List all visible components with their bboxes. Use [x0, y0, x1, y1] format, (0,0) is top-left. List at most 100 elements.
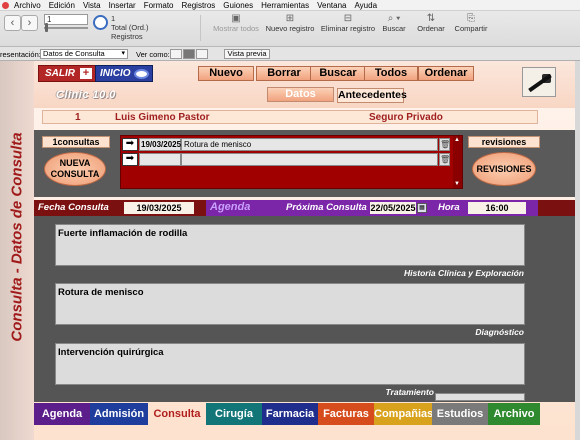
- found-count: 1: [111, 14, 116, 23]
- consulta-dates-bar: Fecha Consulta 19/03/2025 Agenda Próxima…: [34, 200, 580, 216]
- menu-formato[interactable]: Formato: [140, 0, 178, 11]
- previous-record-button[interactable]: ‹: [4, 15, 21, 31]
- view-form-button[interactable]: [170, 49, 182, 59]
- new-record-button[interactable]: ⊞ Nuevo registro: [264, 14, 316, 34]
- footer-area: [34, 425, 580, 440]
- layout-select[interactable]: Datos de Consulta ▾: [40, 49, 128, 59]
- inicio-button[interactable]: INICIO: [95, 65, 153, 82]
- form-header: SALIR + INICIO Clinic 10.0 Nuevo Borrar …: [34, 61, 580, 108]
- record-slider[interactable]: [44, 23, 88, 32]
- consultas-portal: ➡ 19/03/2025 Rotura de menisco 🗑 ➡ 🗑 ▲ ▼: [120, 135, 463, 189]
- consulta-summary[interactable]: [181, 153, 438, 166]
- record-number-input[interactable]: 1: [44, 14, 88, 25]
- view-list-button[interactable]: [183, 49, 195, 59]
- clinic-logo-text: Clinic 10.0: [56, 89, 116, 101]
- tratamiento-field[interactable]: Intervención quirúrgica: [55, 343, 525, 385]
- minus-icon: ⊟: [343, 13, 353, 24]
- menu-insertar[interactable]: Insertar: [105, 0, 140, 11]
- borrar-button[interactable]: Borrar: [256, 66, 312, 81]
- list-item[interactable]: ➡ 19/03/2025 Rotura de menisco 🗑: [121, 138, 450, 151]
- tratamiento-extra-field[interactable]: [435, 393, 525, 401]
- chevron-left-icon: ‹: [10, 17, 15, 29]
- diagnostico-label: Diagnóstico: [475, 327, 524, 337]
- tab-agenda[interactable]: Agenda: [34, 403, 90, 425]
- tab-admision[interactable]: Admisión: [90, 403, 148, 425]
- menu-registros[interactable]: Registros: [178, 0, 220, 11]
- view-as-label: Ver como:: [136, 50, 170, 59]
- portal-scrollbar[interactable]: ▲ ▼: [453, 136, 462, 188]
- tab-antecedentes[interactable]: Antecedentes: [337, 88, 407, 103]
- hora-label: Hora: [438, 202, 460, 213]
- side-title-strip: Consulta - Datos de Consulta: [0, 61, 34, 440]
- historia-clinica-label: Historia Clínica y Exploración: [404, 268, 524, 278]
- menu-ventana[interactable]: Ventana: [313, 0, 350, 11]
- pen-logo-icon: [522, 67, 556, 97]
- revisiones-button[interactable]: REVISIONES: [472, 152, 536, 186]
- menu-vista[interactable]: Vista: [79, 0, 105, 11]
- buscar-button[interactable]: Buscar: [310, 66, 366, 81]
- menu-archivo[interactable]: Archivo: [10, 0, 45, 11]
- view-table-button[interactable]: [196, 49, 208, 59]
- salir-button[interactable]: SALIR +: [38, 65, 96, 82]
- menu-guiones[interactable]: Guiones: [219, 0, 257, 11]
- window-scrollbar[interactable]: [575, 61, 580, 440]
- found-set-pie-icon: [93, 15, 108, 30]
- preview-button[interactable]: Vista previa: [224, 49, 270, 59]
- consultas-panel: 1consultas NUEVA CONSULTA ➡ 19/03/2025 R…: [34, 130, 580, 197]
- calendar-icon[interactable]: ▦: [417, 203, 427, 213]
- slider-handle[interactable]: [45, 23, 48, 32]
- consultas-count: 1consultas: [42, 136, 110, 148]
- nueva-consulta-button[interactable]: NUEVA CONSULTA: [44, 152, 106, 186]
- go-to-record-arrow-icon[interactable]: ➡: [122, 138, 138, 151]
- nuevo-button[interactable]: Nuevo: [198, 66, 254, 81]
- find-button[interactable]: ⌕ ▾ Buscar: [380, 14, 408, 34]
- layout-select-value: Datos de Consulta: [43, 49, 105, 58]
- proxima-consulta-field[interactable]: 22/05/2025: [370, 202, 416, 214]
- share-button[interactable]: ⎘ Compartir: [452, 14, 490, 34]
- tab-datos[interactable]: Datos: [267, 87, 334, 102]
- go-to-record-arrow-icon[interactable]: ➡: [122, 153, 138, 166]
- delete-record-label: Eliminar registro: [320, 24, 376, 33]
- delete-record-button[interactable]: ⊟ Eliminar registro: [318, 14, 378, 34]
- module-tabs: Agenda Admisión Consulta Cirugía Farmaci…: [34, 403, 580, 425]
- tab-companias[interactable]: Compañias: [374, 403, 433, 425]
- menu-herramientas[interactable]: Herramientas: [257, 0, 313, 11]
- list-item[interactable]: ➡ 🗑: [121, 153, 450, 166]
- patient-insurance: Seguro Privado: [369, 112, 443, 123]
- todos-button[interactable]: Todos: [364, 66, 418, 81]
- hora-field[interactable]: 16:00: [468, 202, 526, 214]
- scroll-down-icon[interactable]: ▼: [454, 181, 460, 187]
- proxima-consulta-label: Próxima Consulta: [286, 202, 367, 213]
- tab-facturas[interactable]: Facturas: [318, 403, 374, 425]
- tab-consulta[interactable]: Consulta: [148, 403, 206, 425]
- consulta-date[interactable]: 19/03/2025: [139, 138, 181, 151]
- consulta-date[interactable]: [139, 153, 181, 166]
- menu-edicion[interactable]: Edición: [45, 0, 79, 11]
- next-record-button[interactable]: ›: [21, 15, 38, 31]
- show-all-button[interactable]: ▣ Mostrar todos: [210, 14, 262, 34]
- tab-estudios[interactable]: Estudios: [432, 403, 488, 425]
- new-record-label: Nuevo registro: [265, 24, 315, 33]
- agenda-link[interactable]: Agenda: [210, 201, 250, 213]
- tab-cirugia[interactable]: Cirugía: [206, 403, 262, 425]
- sort-button[interactable]: ⇅ Ordenar: [416, 14, 446, 34]
- clinical-fields-panel: Fuerte inflamación de rodilla Historia C…: [34, 216, 580, 402]
- main-form: SALIR + INICIO Clinic 10.0 Nuevo Borrar …: [34, 61, 580, 440]
- menu-ayuda[interactable]: Ayuda: [350, 0, 381, 11]
- consulta-summary[interactable]: Rotura de menisco: [181, 138, 438, 151]
- ordenar-button[interactable]: Ordenar: [418, 66, 474, 81]
- diagnostico-field[interactable]: Rotura de menisco: [55, 283, 525, 325]
- tab-farmacia[interactable]: Farmacia: [262, 403, 318, 425]
- trash-icon[interactable]: 🗑: [439, 153, 450, 166]
- historia-clinica-field[interactable]: Fuerte inflamación de rodilla: [55, 224, 525, 266]
- vertical-page-title: Consulta - Datos de Consulta: [8, 132, 26, 342]
- patient-name: Luis Gimeno Pastor: [115, 112, 210, 123]
- scroll-up-icon[interactable]: ▲: [454, 137, 460, 143]
- app-icon[interactable]: [0, 0, 10, 11]
- share-label: Compartir: [454, 24, 488, 33]
- trash-icon[interactable]: 🗑: [439, 138, 450, 151]
- exit-icon: +: [80, 68, 92, 79]
- fecha-consulta-field[interactable]: 19/03/2025: [124, 202, 194, 214]
- tab-archivo[interactable]: Archivo: [488, 403, 540, 425]
- tratamiento-label: Tratamiento: [385, 387, 435, 397]
